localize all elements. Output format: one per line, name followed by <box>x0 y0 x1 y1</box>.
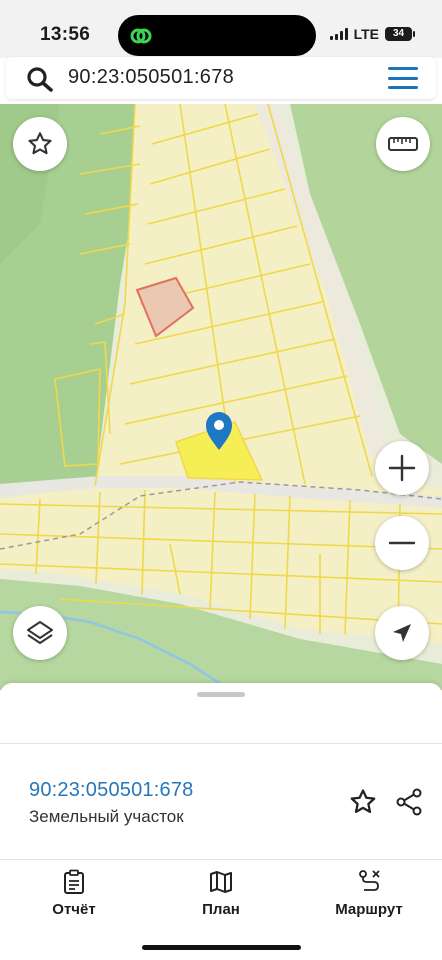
bottom-sheet[interactable]: 90:23:050501:678 Земельный участок Отчёт… <box>0 683 442 960</box>
nav-item-report[interactable]: Отчёт <box>46 869 102 918</box>
status-time: 13:56 <box>40 24 91 45</box>
layers-button[interactable] <box>13 606 67 660</box>
layers-icon <box>27 621 53 644</box>
zoom-in-icon <box>388 454 416 482</box>
favorite-button[interactable] <box>13 117 67 171</box>
nav-item-plan[interactable]: План <box>194 869 248 918</box>
search-icon[interactable] <box>26 66 54 92</box>
search-bar[interactable]: 90:23:050501:678 <box>6 57 436 99</box>
zoom-out-icon <box>388 541 416 545</box>
zoom-out-button[interactable] <box>375 516 429 570</box>
network-type: LTE <box>353 26 379 42</box>
status-bar: 13:56 LTE 34 <box>0 0 442 58</box>
signal-icon <box>329 28 348 40</box>
sheet-grabber[interactable] <box>197 692 245 697</box>
dynamic-island <box>118 15 316 56</box>
divider <box>0 743 442 744</box>
divider <box>0 859 442 860</box>
ruler-icon <box>388 137 418 151</box>
star-icon <box>28 132 52 155</box>
parcel-cadastral-number[interactable]: 90:23:050501:678 <box>29 779 193 802</box>
locate-button[interactable] <box>375 606 429 660</box>
home-indicator[interactable] <box>142 945 301 950</box>
star-icon[interactable] <box>348 787 378 817</box>
cadastral-map[interactable] <box>0 104 442 690</box>
share-icon[interactable] <box>394 787 424 817</box>
battery-icon: 34 <box>385 27 415 41</box>
menu-icon[interactable] <box>388 67 418 89</box>
report-clipboard-icon <box>64 869 84 894</box>
zoom-in-button[interactable] <box>375 441 429 495</box>
locate-arrow-icon <box>393 624 411 642</box>
nav-label-report: Отчёт <box>52 901 96 918</box>
nav-label-route: Маршрут <box>335 901 403 918</box>
map-plan-icon <box>210 871 232 893</box>
map-view[interactable] <box>0 104 442 690</box>
nav-label-plan: План <box>202 901 240 918</box>
bottom-navigation: Отчёт План Маршрут <box>0 869 442 929</box>
parcel-type: Земельный участок <box>29 807 184 826</box>
search-input[interactable]: 90:23:050501:678 <box>68 66 234 89</box>
ruler-button[interactable] <box>376 117 430 171</box>
route-icon <box>359 870 380 891</box>
nav-item-route[interactable]: Маршрут <box>330 869 408 918</box>
link-activity-icon <box>130 28 152 44</box>
status-indicators: LTE 34 <box>329 26 415 42</box>
